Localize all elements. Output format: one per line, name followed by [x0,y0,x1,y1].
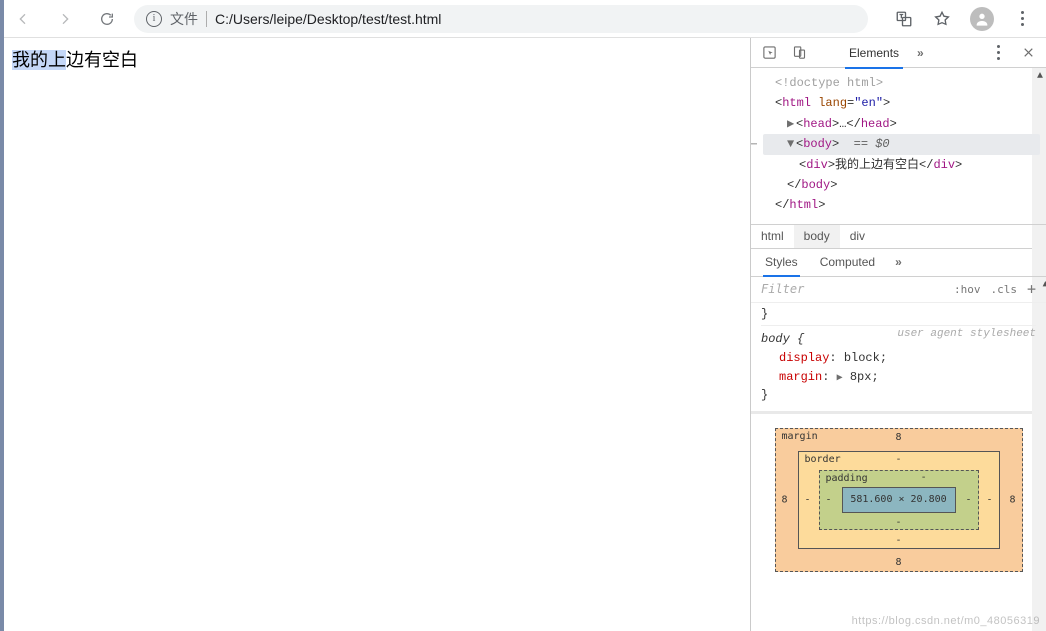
styles-overflow-icon[interactable]: » [895,255,902,269]
rule-close-brace: } [761,305,1036,324]
menu-icon[interactable] [1012,9,1032,29]
rule-body: user agent stylesheet body { display: bl… [761,325,1036,404]
styles-tabbar: Styles Computed » [751,249,1046,277]
reload-button[interactable] [98,10,116,28]
scroll-up-icon[interactable]: ▲ [1043,279,1046,289]
devtools-panel: Elements » ▲ <!doctype html> <html lang=… [750,38,1046,631]
cls-toggle[interactable]: .cls [990,283,1017,296]
css-rules[interactable]: } user agent stylesheet body { display: … [751,303,1046,411]
bookmark-star-icon[interactable] [932,9,952,29]
page-text: 我的上边有空白 [12,46,138,72]
site-info-icon[interactable]: i [146,11,162,27]
box-border[interactable]: border - - - - padding - - - - 58 [798,451,1000,549]
dom-selected-node[interactable]: ⋯▼<body> == $0 [763,134,1040,154]
translate-icon[interactable] [894,9,914,29]
profile-avatar[interactable] [970,7,994,31]
new-rule-icon[interactable]: + [1027,280,1036,298]
crumb-html[interactable]: html [751,225,794,248]
divider [206,11,207,27]
device-toggle-icon[interactable] [791,45,807,61]
close-devtools-icon[interactable] [1020,45,1036,61]
inspect-icon[interactable] [761,45,777,61]
crumb-div[interactable]: div [840,225,875,248]
styles-filter-input[interactable]: Filter [761,282,944,296]
url-scheme-label: 文件 [170,9,198,29]
hov-toggle[interactable]: :hov [954,283,981,296]
url-text: C:/Users/leipe/Desktop/test/test.html [215,11,441,27]
box-padding[interactable]: padding - - - - 581.600 × 20.800 [819,470,979,530]
box-model: margin 8 8 8 8 border - - - - padding [751,411,1046,631]
box-margin[interactable]: margin 8 8 8 8 border - - - - padding [775,428,1023,572]
tab-computed[interactable]: Computed [818,248,877,276]
crumb-body[interactable]: body [794,225,840,248]
tab-styles[interactable]: Styles [763,248,800,276]
forward-button[interactable] [56,10,74,28]
box-content[interactable]: 581.600 × 20.800 [842,487,956,513]
tab-elements[interactable]: Elements [845,38,903,68]
rule-source: user agent stylesheet [897,326,1036,343]
devtools-menu-icon[interactable] [990,45,1006,61]
address-bar[interactable]: i 文件 C:/Users/leipe/Desktop/test/test.ht… [134,5,868,33]
tabs-overflow-icon[interactable]: » [917,46,924,60]
back-button[interactable] [14,10,32,28]
dom-breadcrumbs: html body div [751,225,1046,249]
scroll-up-icon[interactable]: ▲ [1033,68,1046,82]
dom-tree[interactable]: ▲ <!doctype html> <html lang="en"> ▶<hea… [751,68,1046,225]
browser-toolbar: i 文件 C:/Users/leipe/Desktop/test/test.ht… [4,0,1046,38]
page-viewport: 我的上边有空白 [4,38,750,631]
devtools-tabbar: Elements » [751,38,1046,68]
styles-filter-row: Filter :hov .cls + ▲ [751,277,1046,303]
